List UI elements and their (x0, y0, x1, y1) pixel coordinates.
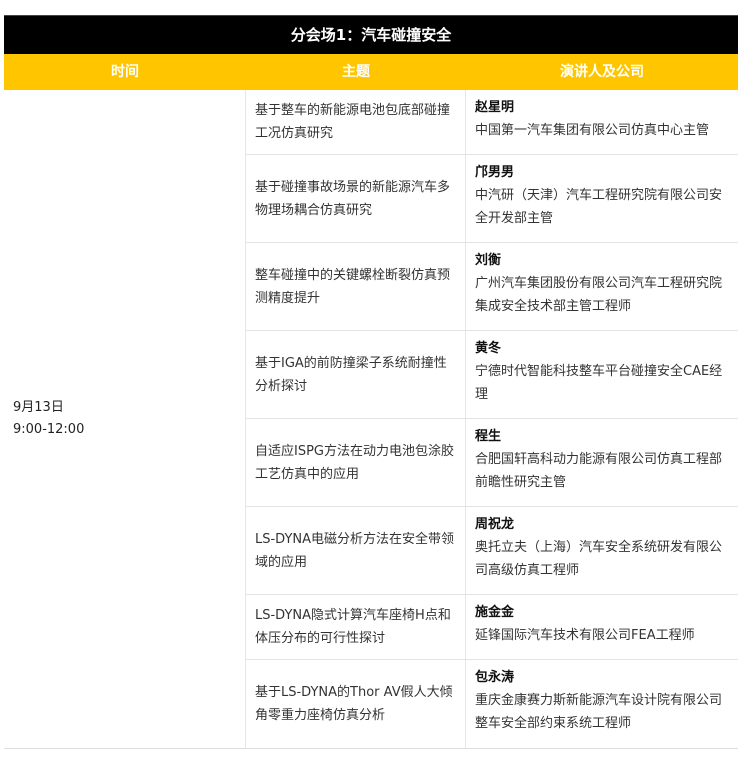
speaker-name: 周祝龙 (475, 517, 515, 532)
speaker-company: 广州汽车集团股份有限公司汽车工程研究院集成安全技术部主管工程师 (475, 276, 723, 314)
topic-cell: 基于IGA的前防撞梁子系统耐撞性分析探讨 (246, 331, 466, 418)
table-row: 基于碰撞事故场景的新能源汽车多物理场耦合仿真研究 邝男男 中汽研（天津）汽车工程… (246, 155, 738, 243)
header-speaker: 演讲人及公司 (560, 64, 644, 80)
speaker-cell: 周祝龙 奥托立夫（上海）汽车安全系统研发有限公司高级仿真工程师 (466, 507, 738, 594)
speaker-company: 宁德时代智能科技整车平台碰撞安全CAE经理 (475, 364, 723, 402)
speaker-name: 黄冬 (475, 341, 502, 356)
time-range: 9:00-12:00 (13, 422, 85, 437)
table-body: 9月13日 9:00-12:00 基于整车的新能源电池包底部碰撞工况仿真研究 赵… (4, 90, 738, 749)
speaker-cell: 刘衡 广州汽车集团股份有限公司汽车工程研究院集成安全技术部主管工程师 (466, 243, 738, 330)
speaker-cell: 包永涛 重庆金康赛力斯新能源汽车设计院有限公司整车安全部约束系统工程师 (466, 660, 738, 748)
speaker-company: 中汽研（天津）汽车工程研究院有限公司安全开发部主管 (475, 188, 723, 226)
speaker-company: 合肥国轩高科动力能源有限公司仿真工程部前瞻性研究主管 (475, 452, 723, 490)
speaker-cell: 施金金 延锋国际汽车技术有限公司FEA工程师 (466, 595, 738, 659)
table-header: 时间 主题 演讲人及公司 (4, 54, 738, 90)
speaker-cell: 程生 合肥国轩高科动力能源有限公司仿真工程部前瞻性研究主管 (466, 419, 738, 506)
table-row: LS-DYNA隐式计算汽车座椅H点和体压分布的可行性探讨 施金金 延锋国际汽车技… (246, 595, 738, 660)
speaker-cell: 邝男男 中汽研（天津）汽车工程研究院有限公司安全开发部主管 (466, 155, 738, 242)
topic-cell: LS-DYNA电磁分析方法在安全带领域的应用 (246, 507, 466, 594)
speaker-name: 程生 (475, 429, 502, 444)
speaker-name: 刘衡 (475, 253, 502, 268)
speaker-name: 赵星明 (475, 100, 515, 115)
speaker-name: 邝男男 (475, 165, 515, 180)
topic-cell: LS-DYNA隐式计算汽车座椅H点和体压分布的可行性探讨 (246, 595, 466, 659)
table-row: LS-DYNA电磁分析方法在安全带领域的应用 周祝龙 奥托立夫（上海）汽车安全系… (246, 507, 738, 595)
time-date: 9月13日 (13, 400, 64, 415)
topic-cell: 基于碰撞事故场景的新能源汽车多物理场耦合仿真研究 (246, 155, 466, 242)
speaker-cell: 赵星明 中国第一汽车集团有限公司仿真中心主管 (466, 90, 738, 154)
table-row: 整车碰撞中的关键螺栓断裂仿真预测精度提升 刘衡 广州汽车集团股份有限公司汽车工程… (246, 243, 738, 331)
topic-cell: 自适应ISPG方法在动力电池包涂胶工艺仿真中的应用 (246, 419, 466, 506)
speaker-company: 奥托立夫（上海）汽车安全系统研发有限公司高级仿真工程师 (475, 540, 723, 578)
speaker-name: 包永涛 (475, 670, 515, 685)
time-cell: 9月13日 9:00-12:00 (4, 90, 246, 748)
table-row: 基于IGA的前防撞梁子系统耐撞性分析探讨 黄冬 宁德时代智能科技整车平台碰撞安全… (246, 331, 738, 419)
header-topic: 主题 (342, 64, 370, 80)
speaker-company: 延锋国际汽车技术有限公司FEA工程师 (475, 628, 695, 643)
topic-cell: 整车碰撞中的关键螺栓断裂仿真预测精度提升 (246, 243, 466, 330)
speaker-company: 重庆金康赛力斯新能源汽车设计院有限公司整车安全部约束系统工程师 (475, 693, 723, 731)
speaker-cell: 黄冬 宁德时代智能科技整车平台碰撞安全CAE经理 (466, 331, 738, 418)
session-rows: 基于整车的新能源电池包底部碰撞工况仿真研究 赵星明 中国第一汽车集团有限公司仿真… (246, 90, 738, 748)
speaker-name: 施金金 (475, 605, 515, 620)
table-row: 基于LS-DYNA的Thor AV假人大倾角零重力座椅仿真分析 包永涛 重庆金康… (246, 660, 738, 748)
table-row: 自适应ISPG方法在动力电池包涂胶工艺仿真中的应用 程生 合肥国轩高科动力能源有… (246, 419, 738, 507)
topic-cell: 基于LS-DYNA的Thor AV假人大倾角零重力座椅仿真分析 (246, 660, 466, 748)
agenda-table: 分会场1：汽车碰撞安全 时间 主题 演讲人及公司 9月13日 9:00-12:0… (4, 15, 738, 749)
session-title: 分会场1：汽车碰撞安全 (4, 15, 738, 54)
header-time: 时间 (111, 64, 139, 80)
table-row: 基于整车的新能源电池包底部碰撞工况仿真研究 赵星明 中国第一汽车集团有限公司仿真… (246, 90, 738, 155)
topic-cell: 基于整车的新能源电池包底部碰撞工况仿真研究 (246, 90, 466, 154)
speaker-company: 中国第一汽车集团有限公司仿真中心主管 (475, 123, 710, 138)
